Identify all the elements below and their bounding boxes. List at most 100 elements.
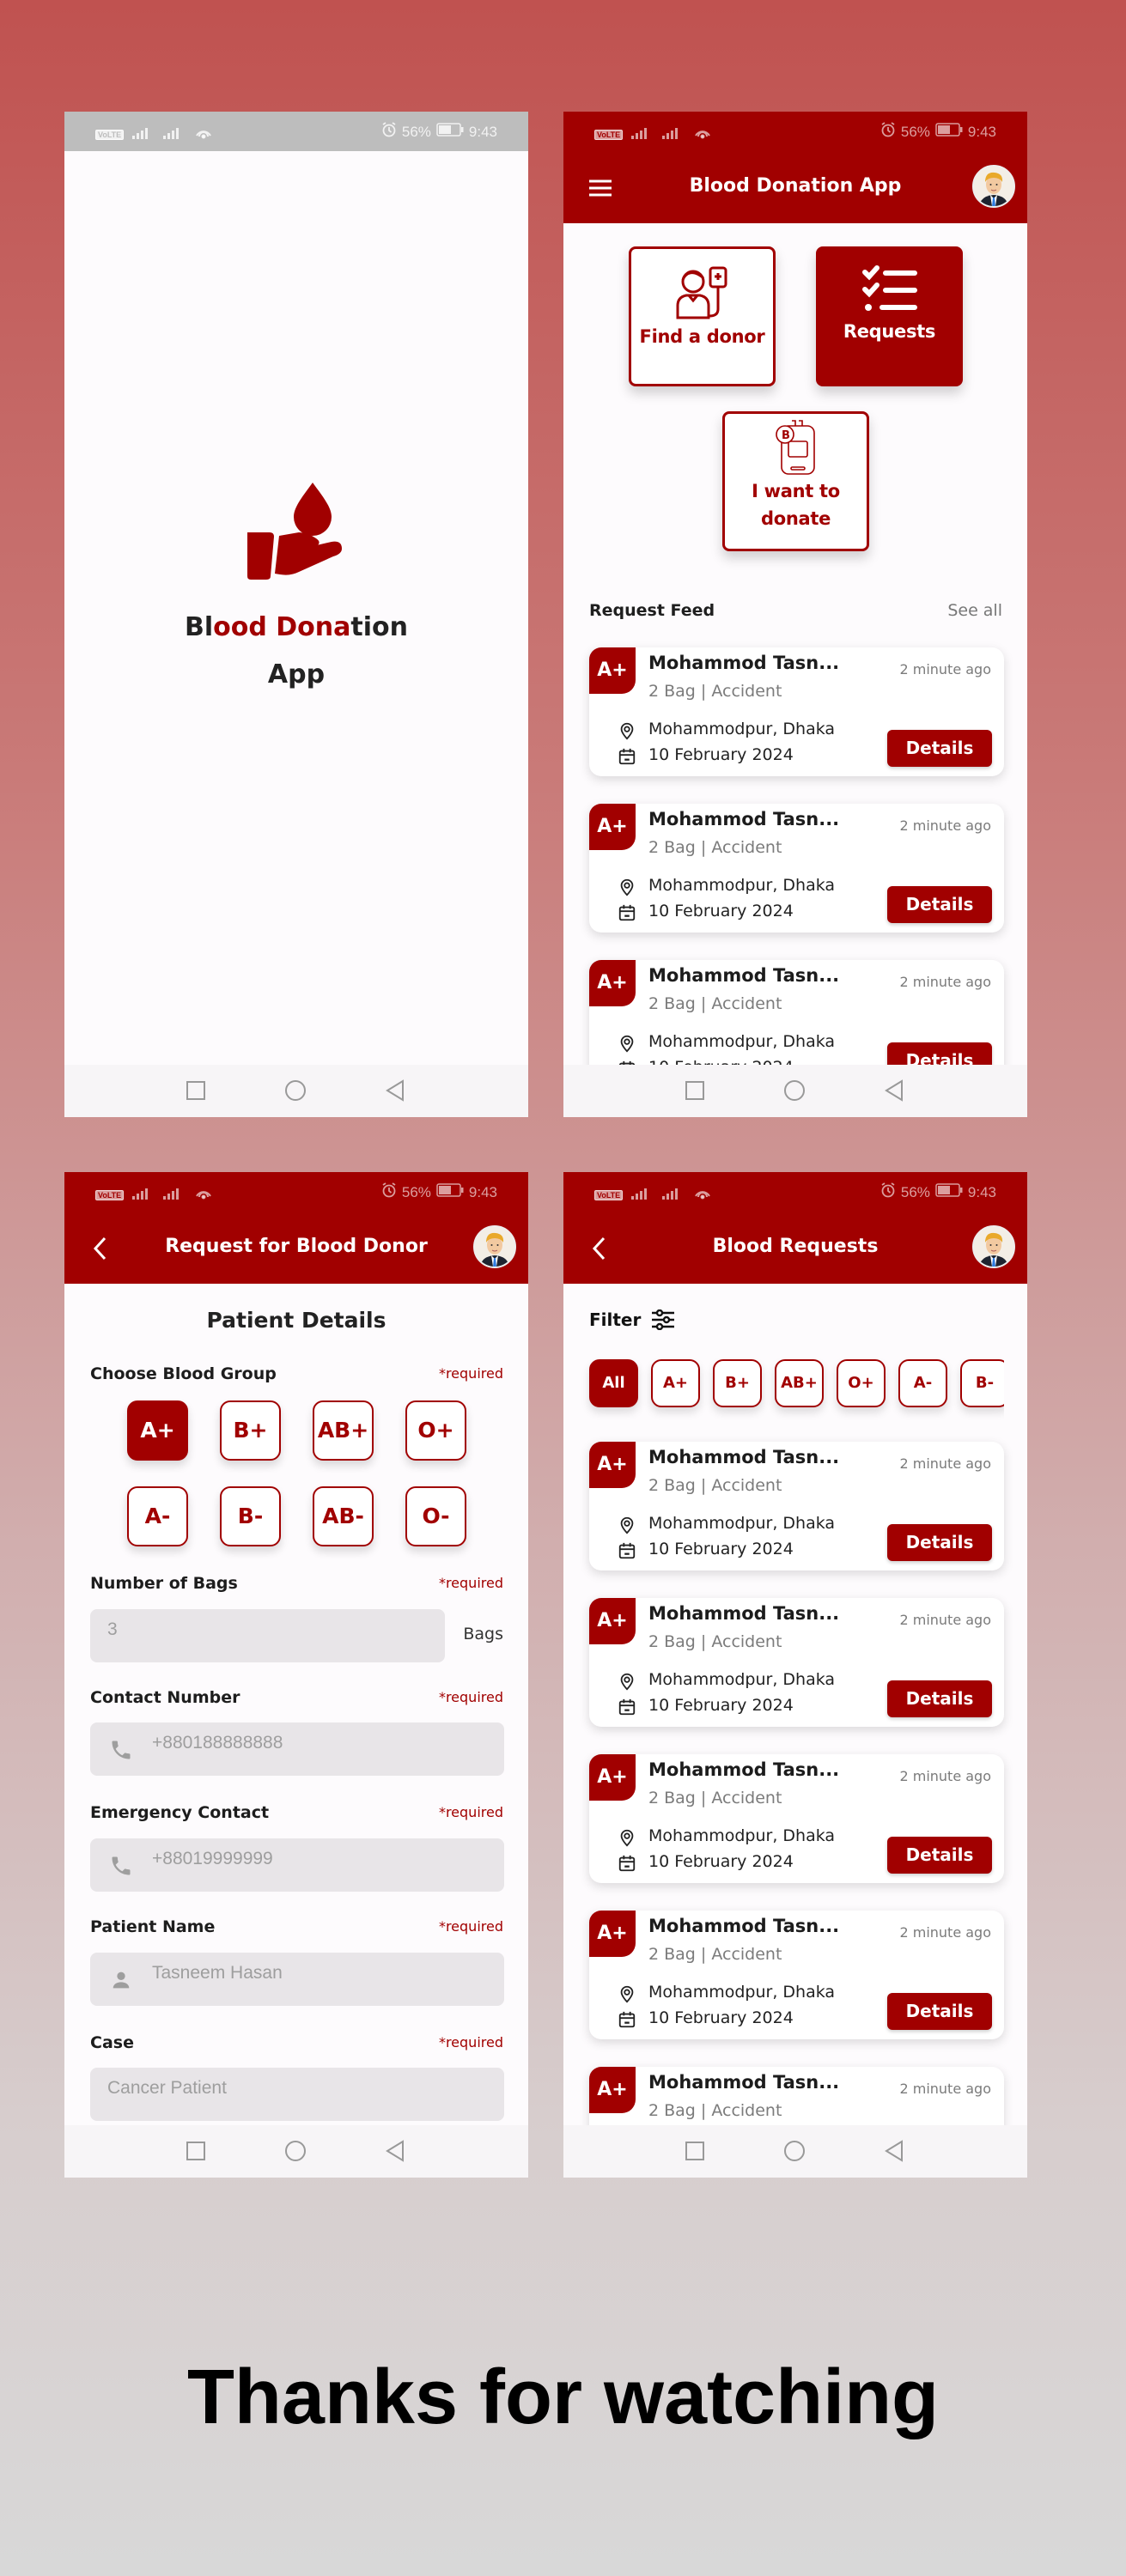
location-pin-icon	[618, 1828, 636, 1847]
volte-icon: VoLTE	[95, 1189, 125, 1200]
required-label: *required	[438, 1804, 503, 1820]
blood-group-badge: A+	[589, 960, 636, 1006]
emergency-contact-input[interactable]: +88019999999	[90, 1838, 504, 1892]
blood-group-option[interactable]: O+	[405, 1400, 466, 1461]
request-location: Mohammodpur, Dhaka	[648, 1983, 836, 2002]
request-card[interactable]: A+ Mohammod Tasn... 2 Bag | Accident 2 minu…	[589, 960, 1004, 1065]
clock-time: 9:43	[468, 123, 497, 140]
hand-with-blood-drop-icon	[247, 483, 342, 580]
battery-icon	[436, 123, 464, 141]
volte-label: VoLTE	[98, 130, 122, 139]
requester-name: Mohammod Tasn...	[648, 653, 840, 673]
calendar-icon	[618, 1541, 636, 1560]
blood-group-option[interactable]: O-	[405, 1486, 466, 1546]
patient-name-input[interactable]: Tasneem Hasan	[90, 1953, 504, 2006]
request-card[interactable]: A+ Mohammod Tasn... 2 Bag | Accident 2 minu…	[589, 1754, 1004, 1883]
bags-input[interactable]: 3	[90, 1609, 445, 1662]
splash-screen: VoLTE 56% 9:43 Blood Donation App	[64, 112, 528, 1117]
request-date: 10 February 2024	[648, 2008, 794, 2027]
requester-name: Mohammod Tasn...	[648, 1916, 840, 1936]
request-details: 2 Bag | Accident	[648, 1789, 782, 1807]
request-card[interactable]: A+ Mohammod Tasn... 2 Bag | Accident 2 minu…	[589, 2067, 1004, 2125]
recent-apps-button[interactable]	[684, 1079, 706, 1105]
blood-group-badge: A+	[589, 1911, 636, 1957]
request-card[interactable]: A+ Mohammod Tasn... 2 Bag | Accident 2 minu…	[589, 1911, 1004, 2039]
request-date: 10 February 2024	[648, 902, 794, 920]
blood-group-option[interactable]: B-	[220, 1486, 281, 1546]
recent-apps-button[interactable]	[185, 1079, 207, 1105]
request-time: 2 minute ago	[899, 817, 991, 834]
contact-placeholder: +880188888888	[152, 1733, 283, 1753]
location-pin-icon	[618, 878, 636, 896]
details-button[interactable]: Details	[887, 886, 992, 923]
avatar[interactable]	[473, 1225, 516, 1268]
recent-apps-button[interactable]	[684, 2140, 706, 2166]
request-details: 2 Bag | Accident	[648, 994, 782, 1013]
phone-icon	[112, 1856, 131, 1875]
home-button[interactable]	[782, 2140, 806, 2167]
requester-name: Mohammod Tasn...	[648, 809, 840, 829]
request-card[interactable]: A+ Mohammod Tasn... 2 Bag | Accident 2 minu…	[589, 1598, 1004, 1727]
battery-percent: 56%	[401, 1183, 431, 1200]
back-button[interactable]	[883, 2140, 905, 2166]
back-button[interactable]	[883, 1079, 905, 1105]
home-button[interactable]	[782, 1079, 806, 1107]
status-left-icons: VoLTE	[95, 1184, 213, 1206]
cell-signal-icon	[163, 126, 186, 143]
requester-name: Mohammod Tasn...	[648, 1759, 840, 1780]
status-right-icons: 56% 9:43	[381, 122, 497, 142]
blood-group-option[interactable]: B+	[220, 1400, 281, 1461]
contact-number-input[interactable]: +880188888888	[90, 1722, 504, 1776]
blood-group-option[interactable]: A-	[127, 1486, 188, 1546]
home-button[interactable]	[283, 1079, 307, 1107]
alarm-icon	[381, 122, 397, 142]
system-nav-bar	[64, 2125, 528, 2178]
request-location: Mohammodpur, Dhaka	[648, 1514, 836, 1533]
volte-label: VoLTE	[98, 1190, 122, 1200]
request-details: 2 Bag | Accident	[648, 1945, 782, 1964]
details-button[interactable]: Details	[887, 1837, 992, 1874]
details-button[interactable]: Details	[887, 1680, 992, 1717]
location-pin-icon	[618, 1984, 636, 2003]
details-button[interactable]: Details	[887, 1042, 992, 1065]
details-button[interactable]: Details	[887, 1524, 992, 1561]
request-card[interactable]: A+ Mohammod Tasn... 2 Bag | Accident 2 minu…	[589, 647, 1004, 776]
calendar-icon	[618, 1698, 636, 1716]
request-date: 10 February 2024	[648, 745, 794, 764]
case-input[interactable]: Cancer Patient	[90, 2068, 504, 2121]
details-button[interactable]: Details	[887, 730, 992, 767]
location-pin-icon	[618, 1034, 636, 1053]
blood-group-badge: A+	[589, 1598, 636, 1644]
volte-icon: VoLTE	[95, 129, 125, 140]
closing-caption: Thanks for watching	[186, 2354, 940, 2440]
bags-value: 3	[107, 1619, 118, 1639]
system-nav-bar	[563, 2125, 1027, 2178]
request-details: 2 Bag | Accident	[648, 1632, 782, 1651]
blood-group-badge: A+	[589, 2067, 636, 2113]
recent-apps-button[interactable]	[185, 2140, 207, 2166]
blood-request-list: A+ Mohammod Tasn... 2 Bag | Accident 2 minu…	[563, 1172, 1027, 2125]
request-date: 10 February 2024	[648, 1540, 794, 1558]
request-date: 10 February 2024	[648, 1696, 794, 1715]
home-button[interactable]	[283, 2140, 307, 2167]
required-label: *required	[438, 1365, 503, 1382]
blood-group-option[interactable]: AB+	[313, 1400, 374, 1461]
location-pin-icon	[618, 1516, 636, 1534]
requester-name: Mohammod Tasn...	[648, 1447, 840, 1467]
requester-name: Mohammod Tasn...	[648, 2072, 840, 2093]
contact-label: Contact Number	[90, 1688, 240, 1707]
app-name-part: ood Dona	[213, 612, 351, 642]
blood-group-option[interactable]: AB-	[313, 1486, 374, 1546]
back-button[interactable]	[384, 2140, 406, 2166]
request-time: 2 minute ago	[899, 1924, 991, 1941]
back-button[interactable]	[384, 1079, 406, 1105]
cell-signal-icon	[163, 1187, 186, 1204]
request-card[interactable]: A+ Mohammod Tasn... 2 Bag | Accident 2 minu…	[589, 1442, 1004, 1571]
request-card[interactable]: A+ Mohammod Tasn... 2 Bag | Accident 2 minu…	[589, 804, 1004, 933]
details-button[interactable]: Details	[887, 1993, 992, 2030]
case-placeholder: Cancer Patient	[107, 2078, 227, 2098]
phone-icon	[112, 1741, 131, 1759]
blood-group-option[interactable]: A+	[127, 1400, 188, 1461]
clock-time: 9:43	[468, 1183, 497, 1200]
emergency-label-row: Emergency Contact *required	[90, 1803, 503, 1822]
